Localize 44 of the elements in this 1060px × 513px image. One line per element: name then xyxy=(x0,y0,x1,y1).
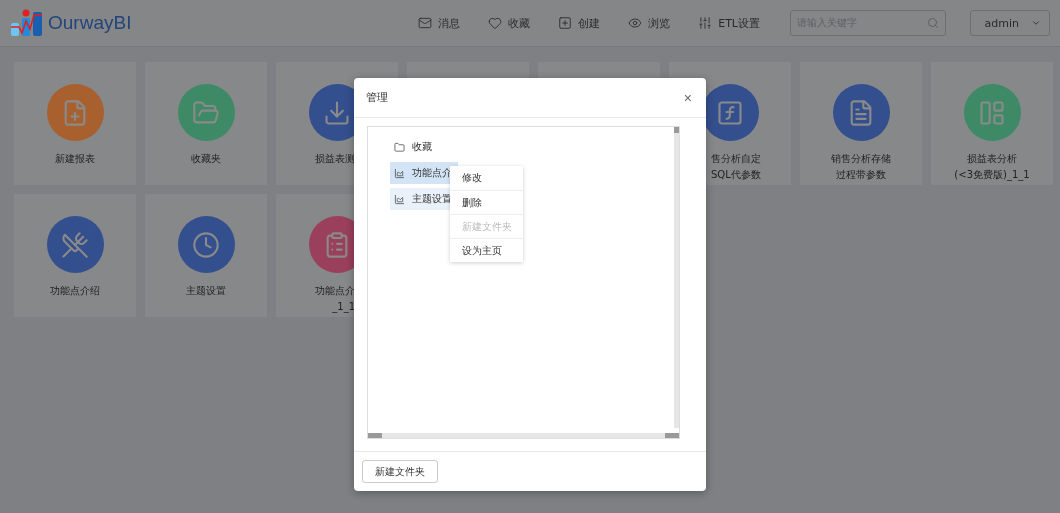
chart-icon xyxy=(394,167,405,179)
nav-link[interactable]: 浏览 xyxy=(628,15,671,31)
tile-label: 销售分析存储 过程带参数 xyxy=(830,152,892,182)
tile-label: 售分析自定 SQL代参数 xyxy=(710,152,762,182)
dialog-title: 管理 xyxy=(366,90,388,105)
logo-icon xyxy=(10,9,44,37)
search-icon xyxy=(927,17,939,29)
nav-link[interactable]: 创建 xyxy=(558,15,601,31)
nav-link[interactable]: 收藏 xyxy=(488,15,531,31)
tile-label: 损益表分析 (<3免费版)_1_1 xyxy=(953,152,1031,183)
folder-icon xyxy=(394,141,405,153)
app-tile[interactable]: 主题设置 xyxy=(145,194,267,317)
layout-icon xyxy=(978,98,1006,127)
heart-icon xyxy=(488,16,503,30)
app-tile[interactable]: 功能点介绍 xyxy=(14,194,136,317)
app-tile[interactable]: 销售分析存储 过程带参数 xyxy=(800,62,922,185)
chart-icon xyxy=(394,193,405,205)
tile-label: 损益表测 xyxy=(314,152,356,166)
tile-label: 功能点介绍 xyxy=(49,284,101,298)
user-dropdown[interactable]: admin xyxy=(970,10,1050,36)
app-tile[interactable]: 新建报表 xyxy=(14,62,136,185)
tile-label: 主题设置 xyxy=(185,284,227,298)
nav-link[interactable]: 消息 xyxy=(418,15,461,31)
menu-item[interactable]: 删除 xyxy=(450,190,523,214)
app-tile[interactable]: 收藏夹 xyxy=(145,62,267,185)
tile-label: 功能点介 _1_1 xyxy=(314,284,356,315)
nav-link[interactable]: ETL设置 xyxy=(698,15,760,31)
tile-label: 收藏夹 xyxy=(190,152,222,166)
mail-icon xyxy=(418,16,433,30)
caret-icon xyxy=(1031,18,1041,28)
logo-text: OurwayBI xyxy=(48,12,132,34)
clock-icon xyxy=(192,230,220,259)
vertical-scrollbar[interactable] xyxy=(674,127,679,428)
fork-knife-icon xyxy=(61,230,89,259)
function-icon xyxy=(716,98,744,127)
new-folder-button[interactable]: 新建文件夹 xyxy=(362,460,438,483)
horizontal-scrollbar[interactable] xyxy=(368,433,679,438)
close-button[interactable]: × xyxy=(683,89,692,106)
sliders-icon xyxy=(698,16,713,30)
tile-label: 新建报表 xyxy=(54,152,96,166)
eye-icon xyxy=(628,16,643,30)
app-tile[interactable]: 损益表分析 (<3免费版)_1_1 xyxy=(931,62,1053,185)
menu-item[interactable]: 设为主页 xyxy=(450,238,523,262)
plus-square-icon xyxy=(558,16,573,30)
